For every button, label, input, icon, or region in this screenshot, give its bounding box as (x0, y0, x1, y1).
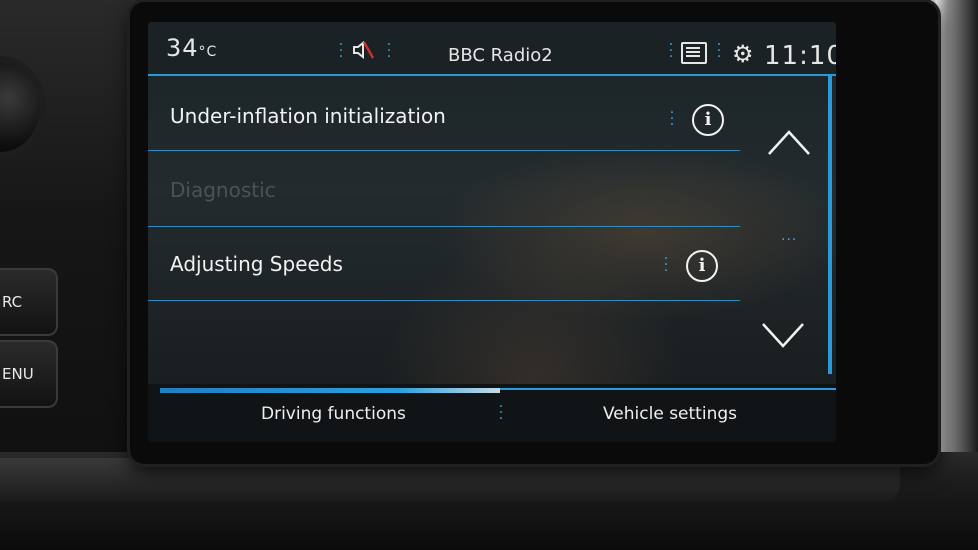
trim-lip (0, 458, 900, 502)
lower-dashboard-trim (0, 452, 978, 550)
list-view-icon[interactable] (681, 42, 707, 64)
list-item-label: Under-inflation initialization (170, 104, 446, 128)
tab-vehicle-settings[interactable]: Vehicle settings (603, 404, 737, 424)
gear-icon[interactable]: ⚙ (732, 40, 754, 68)
info-icon[interactable]: i (692, 104, 724, 136)
outside-temperature: 34°C (166, 34, 217, 62)
hardware-button-menu[interactable]: ENU (0, 340, 58, 408)
list-item-label: Adjusting Speeds (170, 252, 343, 276)
separator-dots: · · · (668, 37, 674, 65)
temperature-unit: °C (198, 44, 218, 60)
hardware-button-menu-label: ENU (2, 365, 34, 383)
speaker-mute-glyph (353, 40, 375, 60)
separator-dots: · · · (386, 37, 392, 65)
info-icon[interactable]: i (686, 250, 718, 282)
radio-station[interactable]: BBC Radio2 (448, 45, 553, 66)
status-bar: 34°C · · · · · · BBC Radio2 · · · · · · ⚙ 11:10 (148, 22, 836, 76)
list-item-label: Diagnostic (170, 178, 276, 202)
active-tab-indicator (160, 388, 500, 393)
chevron-down-icon[interactable] (760, 312, 806, 358)
separator-dots: · · · (669, 105, 675, 133)
list-item-under-inflation[interactable]: Under-inflation initialization · · · i (148, 76, 740, 151)
separator-dots: · · · (498, 399, 504, 427)
chevron-up-glyph (768, 130, 810, 155)
temperature-value: 34 (166, 34, 199, 62)
chevron-up-icon[interactable] (766, 120, 812, 166)
tab-bar: Driving functions · · · Vehicle settings (148, 384, 836, 442)
hardware-button-rc-label: RC (2, 293, 23, 311)
scroll-position-dots: ··· (781, 232, 798, 248)
speaker-mute-icon[interactable] (351, 39, 375, 66)
separator-dots: · · · (663, 251, 669, 279)
list-item-diagnostic: Diagnostic (148, 152, 740, 227)
chevron-down-glyph (762, 323, 804, 348)
list-item-adjusting-speeds[interactable]: Adjusting Speeds · · · i (148, 226, 740, 301)
tab-driving-functions[interactable]: Driving functions (261, 404, 406, 424)
scroll-track (828, 74, 832, 374)
separator-dots: · · · (716, 37, 722, 65)
infotainment-screen: 34°C · · · · · · BBC Radio2 · · · · · · ⚙ 11:10 … (148, 22, 836, 442)
clock: 11:10 (764, 41, 836, 71)
separator-dots: · · · (338, 37, 344, 65)
hardware-button-rc[interactable]: RC (0, 268, 58, 336)
tab-bar-line (500, 388, 836, 390)
